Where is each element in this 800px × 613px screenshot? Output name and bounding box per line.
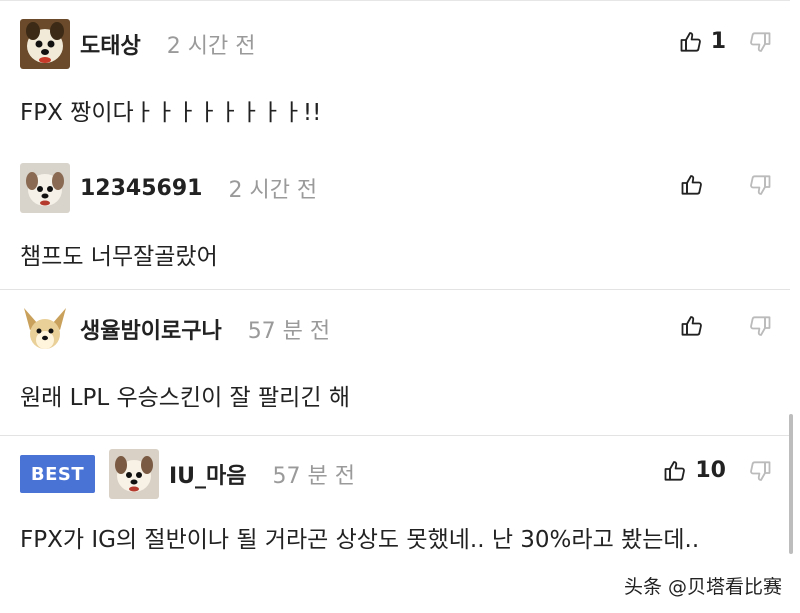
- like-button[interactable]: [680, 314, 726, 338]
- comment-text: FPX 짱이다ㅏㅏㅏㅏㅏㅏㅏㅏ!!: [20, 100, 322, 126]
- avatar[interactable]: [20, 304, 70, 354]
- vote-actions: 1: [679, 29, 772, 54]
- timestamp: 2 시간 전: [228, 178, 318, 203]
- avatar[interactable]: [20, 19, 70, 69]
- thumbs-up-icon: [679, 30, 703, 54]
- username[interactable]: 생율밤이로구나: [80, 313, 222, 345]
- dislike-button[interactable]: [748, 314, 772, 338]
- comment-header: 도태상 2 시간 전: [20, 19, 255, 69]
- like-button[interactable]: 10: [663, 458, 726, 483]
- username[interactable]: 12345691: [80, 176, 202, 201]
- source-label: 头条 @贝塔看比赛: [619, 570, 786, 601]
- thumbs-down-icon: [748, 314, 772, 338]
- like-count: 10: [695, 458, 726, 483]
- timestamp: 57 분 전: [247, 319, 331, 344]
- scrollbar[interactable]: [789, 414, 793, 554]
- comment-item: 생율밤이로구나 57 분 전 원래 LPL 우승스킨이 잘 팔리긴 해: [0, 290, 790, 436]
- vote-actions: [680, 314, 772, 338]
- like-count: 1: [710, 29, 726, 54]
- best-badge: BEST: [20, 455, 95, 493]
- comment-text: 챔프도 너무잘골랐어: [20, 244, 218, 270]
- comment-header: 생율밤이로구나 57 분 전: [20, 304, 330, 354]
- thumbs-up-icon: [680, 173, 704, 197]
- thumbs-up-icon: [680, 314, 704, 338]
- username[interactable]: 도태상: [80, 28, 141, 60]
- thumbs-up-icon: [663, 459, 687, 483]
- avatar[interactable]: [20, 163, 70, 213]
- thumbs-down-icon: [748, 459, 772, 483]
- comment-item: 도태상 2 시간 전 1 FPX 짱이다ㅏㅏㅏㅏㅏㅏㅏㅏ!!: [0, 0, 790, 150]
- comment-item: 12345691 2 시간 전 챔프도 너무잘골랐어: [0, 149, 790, 290]
- like-button[interactable]: [680, 173, 726, 197]
- vote-actions: 10: [663, 458, 772, 483]
- vote-actions: [680, 173, 772, 197]
- comment-header: 12345691 2 시간 전: [20, 163, 317, 213]
- comment-header: BEST IU_마음 57 분 전: [20, 449, 355, 499]
- timestamp: 2 시간 전: [166, 34, 256, 59]
- comment-text: 원래 LPL 우승스킨이 잘 팔리긴 해: [20, 385, 350, 411]
- thumbs-down-icon: [748, 173, 772, 197]
- username[interactable]: IU_마음: [169, 458, 247, 490]
- dislike-button[interactable]: [748, 30, 772, 54]
- like-button[interactable]: 1: [679, 29, 726, 54]
- dislike-button[interactable]: [748, 173, 772, 197]
- timestamp: 57 분 전: [272, 464, 355, 489]
- comment-text: FPX가 IG의 절반이나 될 거라곤 상상도 못했네.. 난 30%라고 봤는…: [20, 527, 700, 553]
- dislike-button[interactable]: [748, 459, 772, 483]
- avatar[interactable]: [109, 449, 159, 499]
- thumbs-down-icon: [748, 30, 772, 54]
